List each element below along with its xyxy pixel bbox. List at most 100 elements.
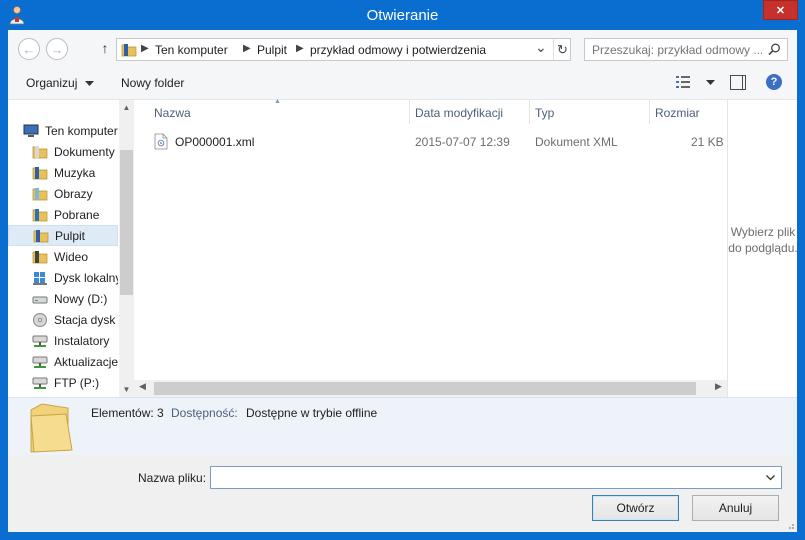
column-divider[interactable] (649, 100, 650, 124)
file-row[interactable]: OP000001.xml 2015-07-07 12:39 Dokument X… (154, 133, 724, 151)
pictures-folder-icon (32, 186, 48, 202)
sidebar-item-obrazy[interactable]: Obrazy (8, 183, 118, 204)
back-button[interactable]: ← (18, 38, 40, 60)
scroll-right-icon[interactable]: ▶ (715, 381, 722, 392)
bottom-bar: Nazwa pliku: Otwórz Anuluj (8, 455, 797, 532)
address-row: ← → ↑ ▶ Ten komputer ▶ Pulpit ▶ przykład… (8, 30, 797, 66)
sidebar-item-label: Nowy (D:) (54, 291, 108, 306)
address-dropdown-icon[interactable]: ⌄ (535, 39, 547, 56)
window-title: Otwieranie (366, 7, 439, 24)
folder-icon (30, 403, 73, 453)
scroll-up-icon[interactable]: ▲ (119, 100, 134, 115)
dialog-client: ← → ↑ ▶ Ten komputer ▶ Pulpit ▶ przykład… (8, 30, 798, 532)
new-folder-button[interactable]: Nowy folder (121, 76, 184, 90)
breadcrumb-current-folder[interactable]: przykład odmowy i potwierdzenia (310, 43, 486, 57)
column-name-label: Nazwa (154, 106, 191, 120)
close-button[interactable]: ✕ (763, 0, 798, 20)
downloads-folder-icon (32, 207, 48, 223)
sidebar-item-label: Pulpit (55, 228, 86, 243)
breadcrumb-separator-icon: ▶ (141, 43, 149, 54)
sidebar-item-ten-komputer[interactable]: Ten komputer (8, 120, 118, 141)
column-header-size[interactable]: Rozmiar (655, 100, 700, 124)
sidebar-item-ftp-p[interactable]: FTP (P:) (8, 372, 118, 393)
column-size-label: Rozmiar (655, 106, 700, 120)
sidebar-item-label: Stacja dysk (54, 312, 116, 327)
sidebar-item-dysk-lokalny[interactable]: Dysk lokalny (8, 267, 118, 288)
change-view-button[interactable] (675, 75, 716, 92)
sidebar-item-label: Muzyka (54, 165, 96, 180)
forward-arrow-icon: → (50, 41, 64, 57)
local-disk-icon (32, 270, 48, 286)
column-header-name[interactable]: Nazwa (154, 100, 191, 124)
filename-combobox[interactable] (210, 466, 782, 489)
scrollbar-thumb[interactable] (154, 382, 696, 395)
close-icon: ✕ (775, 4, 786, 17)
resize-grip-icon[interactable] (785, 520, 795, 530)
sidebar-item-pobrane[interactable]: Pobrane (8, 204, 118, 225)
sidebar-item-instalatory[interactable]: Instalatory (8, 330, 118, 351)
forward-button[interactable]: → (46, 38, 68, 60)
sidebar-item-label: Dysk lokalny (54, 270, 118, 285)
sidebar-item-aktualizacje[interactable]: Aktualizacje (8, 351, 118, 372)
navigation-pane: Ten komputer Dokumenty Muzyka Obrazy Pobrane… (8, 100, 134, 397)
drive-icon (32, 291, 48, 307)
up-arrow-icon: ↑ (101, 40, 109, 56)
preview-placeholder: Wybierz plik do podglądu. (728, 225, 798, 255)
address-bar[interactable]: ▶ Ten komputer ▶ Pulpit ▶ przykład odmow… (116, 38, 571, 61)
organize-button[interactable]: Organizuj (26, 76, 94, 90)
breadcrumb-ten-komputer[interactable]: Ten komputer (155, 43, 228, 57)
sidebar-item-stacja-dysk[interactable]: Stacja dysk (8, 309, 118, 330)
up-button[interactable]: ↑ (97, 39, 113, 57)
details-pane: Elementów: 3 Dostępność: Dostępne w tryb… (8, 397, 797, 455)
scrollbar-thumb[interactable] (120, 150, 133, 295)
command-toolbar: Organizuj Nowy folder ? (8, 66, 797, 100)
cancel-button[interactable]: Anuluj (692, 495, 779, 521)
sidebar-item-dokumenty[interactable]: Dokumenty (8, 141, 118, 162)
title-bar[interactable]: Otwieranie ✕ (0, 0, 805, 30)
sidebar-item-label: FTP (P:) (54, 375, 100, 390)
desktop-folder-icon (33, 228, 49, 244)
chevron-down-icon[interactable] (766, 475, 775, 481)
sidebar-item-muzyka[interactable]: Muzyka (8, 162, 118, 183)
file-type: Dokument XML (535, 135, 618, 149)
sidebar-item-nowy-d[interactable]: Nowy (D:) (8, 288, 118, 309)
sidebar-item-label: Obrazy (54, 186, 93, 201)
network-drive-icon (32, 375, 48, 391)
help-icon[interactable]: ? (766, 74, 782, 90)
search-box[interactable] (584, 38, 788, 61)
sidebar-item-label: Dokumenty (54, 144, 115, 159)
folder-icon (121, 44, 137, 57)
back-arrow-icon: ← (22, 41, 36, 57)
chevron-down-icon (706, 80, 716, 85)
refresh-button[interactable]: ↻ (553, 39, 571, 60)
preview-pane-toggle-icon[interactable] (730, 75, 746, 90)
column-divider[interactable] (409, 100, 410, 124)
column-divider[interactable] (529, 100, 530, 124)
column-header-type[interactable]: Typ (535, 100, 554, 124)
scroll-down-icon[interactable]: ▼ (119, 382, 134, 397)
sidebar-item-label: Pobrane (54, 207, 100, 222)
availability-label: Dostępność: (171, 406, 238, 420)
preview-pane: Wybierz plik do podglądu. (727, 100, 798, 397)
search-icon (768, 43, 780, 56)
chevron-down-icon (84, 81, 94, 86)
file-list-hscrollbar[interactable]: ◀ ▶ (134, 380, 727, 397)
open-button[interactable]: Otwórz (592, 495, 679, 521)
sidebar-item-label: Aktualizacje (54, 354, 118, 369)
computer-icon (23, 123, 39, 139)
filename-input[interactable] (215, 470, 755, 486)
organize-label: Organizuj (26, 76, 78, 90)
file-name: OP000001.xml (175, 135, 255, 149)
videos-folder-icon (32, 249, 48, 265)
column-header-modified[interactable]: Data modyfikacji (415, 100, 503, 124)
search-input[interactable] (592, 42, 762, 58)
scroll-left-icon[interactable]: ◀ (139, 381, 146, 392)
file-size: 21 KB (691, 135, 724, 149)
sidebar-item-wideo[interactable]: Wideo (8, 246, 118, 267)
sort-ascending-icon: ▲ (274, 98, 281, 105)
sidebar-item-pulpit[interactable]: Pulpit (8, 225, 118, 246)
optical-drive-icon (32, 312, 48, 328)
breadcrumb-separator-icon: ▶ (243, 43, 251, 54)
breadcrumb-pulpit[interactable]: Pulpit (257, 43, 287, 57)
navigation-scrollbar[interactable]: ▲ ▼ (119, 100, 134, 397)
